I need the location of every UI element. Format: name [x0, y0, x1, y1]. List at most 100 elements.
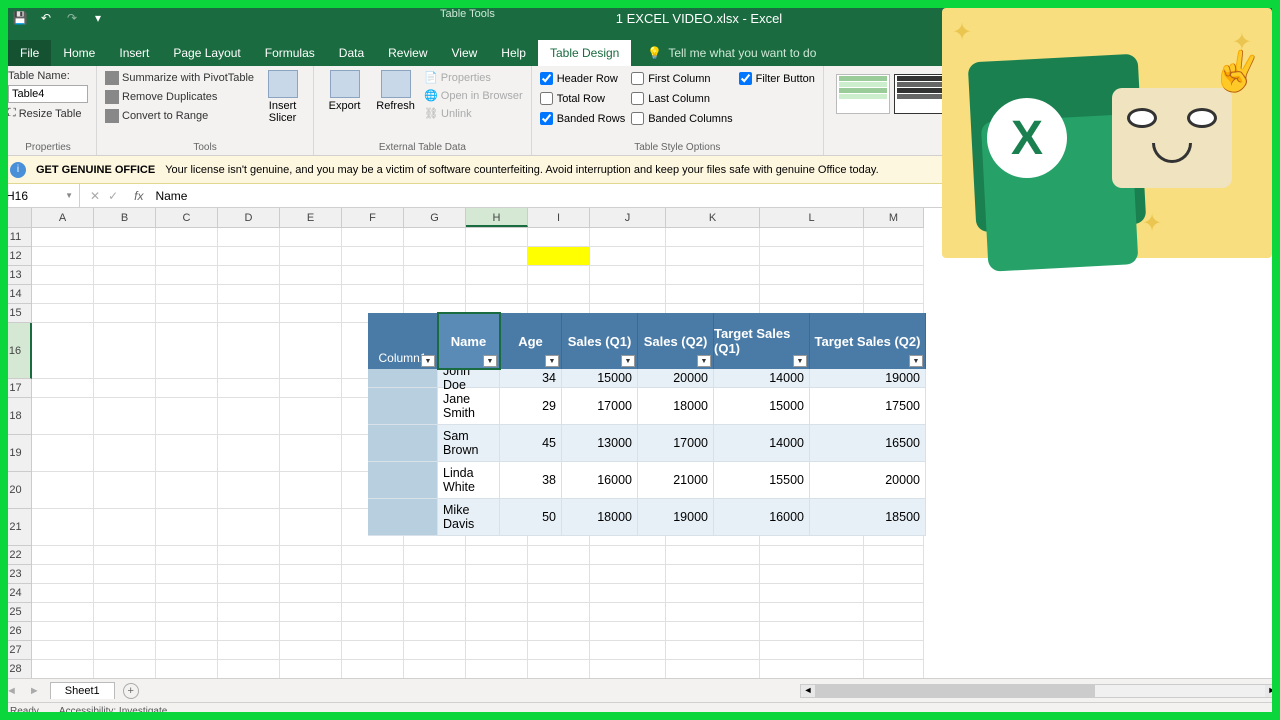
cell[interactable]	[760, 228, 864, 247]
table-cell[interactable]: 15500	[714, 462, 810, 499]
cell[interactable]	[760, 565, 864, 584]
cell[interactable]	[864, 228, 924, 247]
cell[interactable]	[466, 247, 528, 266]
cell[interactable]	[666, 228, 760, 247]
table-header[interactable]: Column1▼	[368, 313, 438, 369]
cell[interactable]	[32, 266, 94, 285]
resize-table-button[interactable]: ⛶Resize Table	[8, 106, 88, 121]
undo-icon[interactable]: ↶	[38, 10, 54, 26]
table-cell[interactable]: Linda White	[438, 462, 500, 499]
cell[interactable]	[590, 622, 666, 641]
cell[interactable]	[342, 622, 404, 641]
cell[interactable]	[280, 304, 342, 323]
cell[interactable]	[666, 247, 760, 266]
cell[interactable]	[280, 660, 342, 678]
sheet-prev-icon[interactable]: ◄	[0, 685, 23, 697]
banded-rows-check[interactable]: Banded Rows	[540, 110, 626, 127]
cell[interactable]	[466, 660, 528, 678]
cell[interactable]	[528, 584, 590, 603]
cell[interactable]	[404, 266, 466, 285]
cell[interactable]	[666, 660, 760, 678]
cell[interactable]	[590, 603, 666, 622]
cell[interactable]	[342, 584, 404, 603]
column-header[interactable]: G	[404, 208, 466, 227]
cell[interactable]	[590, 641, 666, 660]
cell[interactable]	[156, 509, 218, 546]
cell[interactable]	[404, 247, 466, 266]
cell[interactable]	[760, 622, 864, 641]
tab-data[interactable]: Data	[327, 40, 376, 66]
cell[interactable]	[280, 398, 342, 435]
row-header[interactable]: 18	[0, 398, 32, 435]
cell[interactable]	[218, 660, 280, 678]
column-header[interactable]: H	[466, 208, 528, 227]
cell[interactable]	[218, 228, 280, 247]
cell[interactable]	[94, 435, 156, 472]
tab-page-layout[interactable]: Page Layout	[161, 40, 252, 66]
table-cell[interactable]: Mike Davis	[438, 499, 500, 536]
row-header[interactable]: 25	[0, 603, 32, 622]
cell[interactable]	[666, 603, 760, 622]
cell[interactable]	[528, 565, 590, 584]
cell[interactable]	[864, 546, 924, 565]
cell[interactable]	[666, 622, 760, 641]
cell[interactable]	[218, 584, 280, 603]
tab-insert[interactable]: Insert	[107, 40, 161, 66]
cell[interactable]	[528, 641, 590, 660]
cell[interactable]	[156, 660, 218, 678]
cell[interactable]	[590, 565, 666, 584]
cell[interactable]	[864, 266, 924, 285]
tab-file[interactable]: File	[8, 40, 51, 66]
cell[interactable]	[760, 546, 864, 565]
table-cell[interactable]: 18000	[638, 388, 714, 425]
table-cell[interactable]: 17000	[562, 388, 638, 425]
table-header[interactable]: Age▼	[500, 313, 562, 369]
filter-button-check[interactable]: Filter Button	[739, 70, 815, 87]
cell[interactable]	[342, 641, 404, 660]
cell[interactable]	[760, 266, 864, 285]
table-header[interactable]: Sales (Q1)▼	[562, 313, 638, 369]
table-cell[interactable]: 15000	[562, 369, 638, 388]
sheet-tab[interactable]: Sheet1	[50, 682, 115, 699]
cell[interactable]	[342, 285, 404, 304]
cell[interactable]	[342, 266, 404, 285]
table-cell[interactable]	[368, 462, 438, 499]
redo-icon[interactable]: ↷	[64, 10, 80, 26]
column-header[interactable]: I	[528, 208, 590, 227]
table-header[interactable]: Sales (Q2)▼	[638, 313, 714, 369]
cell[interactable]	[760, 247, 864, 266]
cell[interactable]	[32, 398, 94, 435]
convert-range-button[interactable]: Convert to Range	[105, 108, 254, 124]
table-cell[interactable]: 16000	[562, 462, 638, 499]
table-cell[interactable]: 20000	[810, 462, 926, 499]
banded-cols-check[interactable]: Banded Columns	[631, 110, 732, 127]
tab-help[interactable]: Help	[489, 40, 538, 66]
tab-review[interactable]: Review	[376, 40, 439, 66]
cell[interactable]	[404, 584, 466, 603]
scroll-left-icon[interactable]: ◄	[801, 685, 815, 697]
row-header[interactable]: 17	[0, 379, 32, 398]
row-header[interactable]: 19	[0, 435, 32, 472]
cell[interactable]	[156, 603, 218, 622]
cell[interactable]	[666, 584, 760, 603]
table-cell[interactable]: 16000	[714, 499, 810, 536]
row-header[interactable]: 24	[0, 584, 32, 603]
table-name-input[interactable]	[8, 85, 88, 103]
chevron-down-icon[interactable]: ▼	[65, 191, 73, 200]
cell[interactable]	[94, 546, 156, 565]
cell[interactable]	[218, 603, 280, 622]
refresh-button[interactable]: Refresh	[373, 70, 418, 142]
cell[interactable]	[864, 247, 924, 266]
cell[interactable]	[280, 285, 342, 304]
table-cell[interactable]	[368, 425, 438, 462]
spreadsheet-grid[interactable]: ABCDEFGHIJKLM 11121314151617181920212223…	[0, 208, 1280, 678]
cell[interactable]	[404, 603, 466, 622]
cell[interactable]	[94, 285, 156, 304]
cell[interactable]	[666, 565, 760, 584]
cell[interactable]	[404, 546, 466, 565]
cell[interactable]	[864, 622, 924, 641]
cell[interactable]	[404, 622, 466, 641]
cell[interactable]	[760, 660, 864, 678]
cell[interactable]	[280, 266, 342, 285]
cell[interactable]	[32, 660, 94, 678]
